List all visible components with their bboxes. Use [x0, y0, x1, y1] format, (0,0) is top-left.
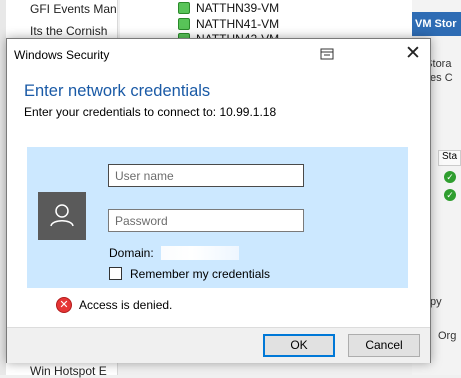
error-message: Access is denied.: [79, 298, 173, 312]
green-check-icon: ✓: [444, 171, 456, 183]
user-avatar-icon: [38, 192, 86, 240]
left-list-item[interactable]: GFI Events Mana: [30, 2, 116, 16]
right-pane-header: VM Stor: [412, 12, 461, 36]
close-icon[interactable]: ✕: [400, 42, 426, 66]
domain-value-redacted: [161, 246, 239, 260]
password-input[interactable]: [108, 209, 304, 232]
cancel-button[interactable]: Cancel: [348, 334, 420, 357]
dialog-footer: OK Cancel: [7, 327, 430, 363]
status-column-header[interactable]: Sta: [438, 150, 461, 166]
vm-running-icon: [178, 18, 190, 30]
dialog-heading: Enter network credentials: [24, 82, 211, 100]
left-list-item[interactable]: Its the Cornish: [30, 24, 116, 38]
domain-label: Domain:: [109, 246, 154, 260]
green-check-icon: ✓: [444, 189, 456, 201]
window-icon: [320, 47, 334, 61]
credentials-dialog: Windows Security ✕ Enter network credent…: [6, 38, 431, 363]
remember-checkbox[interactable]: [109, 267, 122, 280]
ok-button[interactable]: OK: [263, 334, 335, 357]
vm-running-icon: [178, 2, 190, 14]
right-pane-text: Org: [438, 330, 457, 342]
left-list-item[interactable]: Win Hotspot E: [30, 364, 116, 378]
error-icon: ✕: [56, 297, 72, 313]
dialog-subheading: Enter your credentials to connect to: 10…: [24, 105, 277, 119]
username-input[interactable]: [108, 164, 304, 187]
vm-list-item[interactable]: NATTHN39-VM: [196, 1, 279, 15]
dialog-titlebar[interactable]: Windows Security ✕: [7, 39, 430, 71]
vm-list-item[interactable]: NATTHN41-VM: [196, 17, 279, 31]
dialog-title: Windows Security: [14, 48, 110, 62]
remember-label[interactable]: Remember my credentials: [130, 267, 270, 281]
